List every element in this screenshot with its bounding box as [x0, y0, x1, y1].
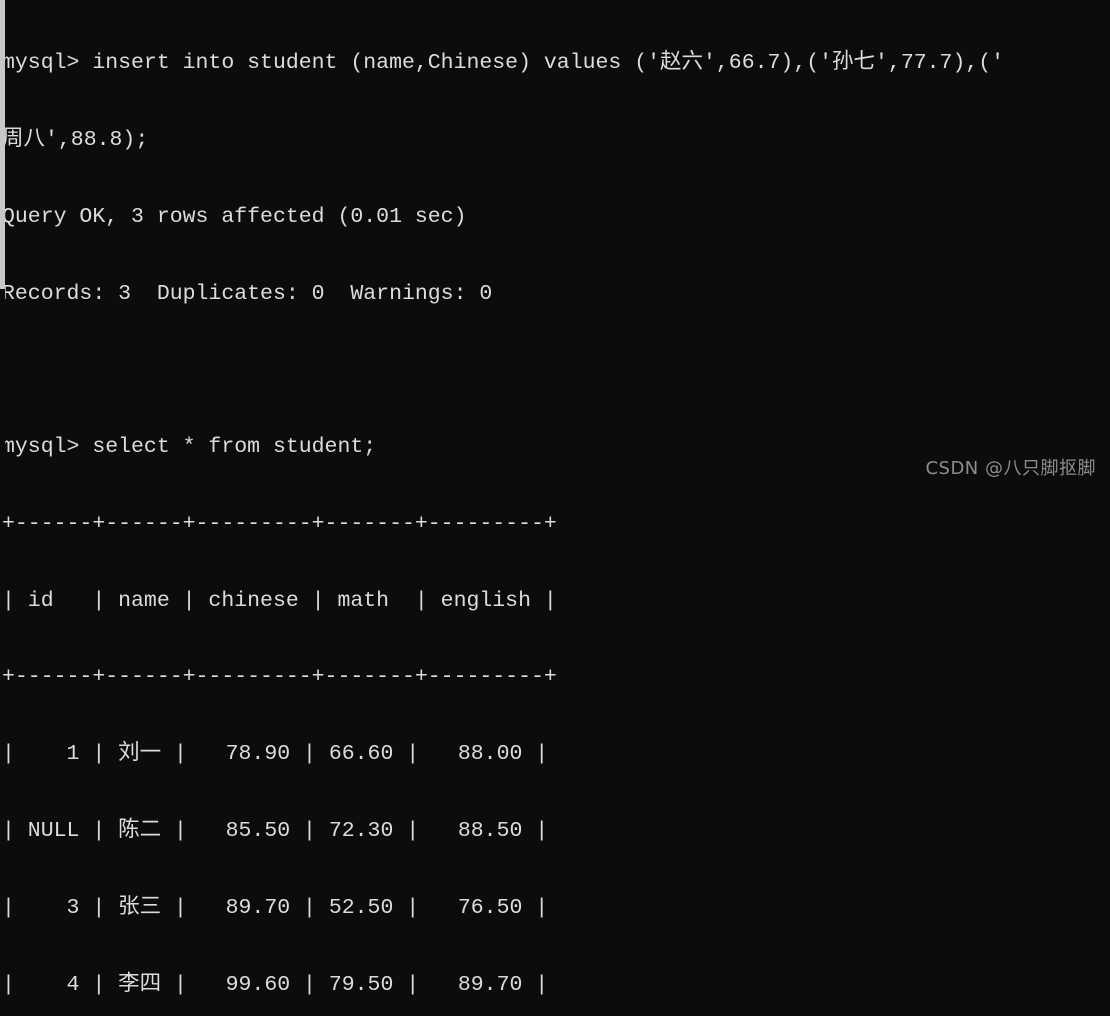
- table-border-header: +------+------+---------+-------+-------…: [2, 665, 557, 690]
- table-header-row: | id | name | chinese | math | english |: [2, 588, 557, 613]
- terminal-line: Records: 3 Duplicates: 0 Warnings: 0: [2, 281, 493, 306]
- table-row: | 1 | 刘一 | 78.90 | 66.60 | 88.00 |: [2, 742, 549, 767]
- table-row: | NULL | 陈二 | 85.50 | 72.30 | 88.50 |: [2, 819, 549, 843]
- vertical-scrollbar[interactable]: [0, 0, 5, 508]
- terminal-line: mysql> insert into student (name,Chinese…: [2, 51, 1005, 76]
- table-row: | 3 | 张三 | 89.70 | 52.50 | 76.50 |: [2, 895, 549, 920]
- table-row: | 4 | 李四 | 99.60 | 79.50 | 89.70 |: [2, 972, 549, 997]
- terminal-console[interactable]: mysql> insert into student (name,Chinese…: [0, 0, 1110, 997]
- terminal-line: 周八',88.8);: [2, 127, 149, 152]
- terminal-line: mysql> select * from student;: [2, 435, 377, 460]
- table-border-top: +------+------+---------+-------+-------…: [2, 511, 557, 536]
- terminal-line: Query OK, 3 rows affected (0.01 sec): [2, 204, 467, 229]
- scrollbar-thumb[interactable]: [0, 0, 5, 289]
